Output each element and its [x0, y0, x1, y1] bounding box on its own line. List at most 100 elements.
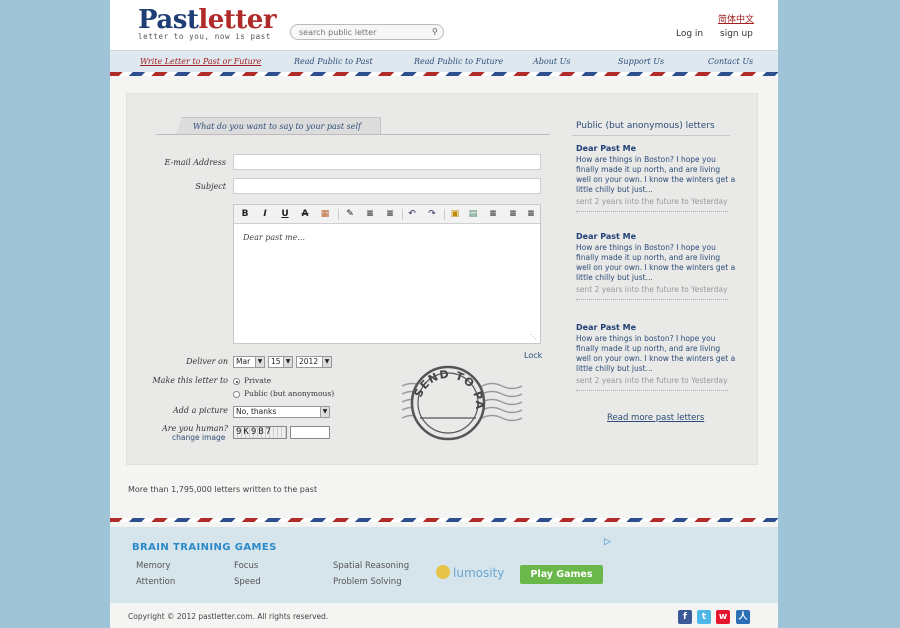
public-letter-item[interactable]: Dear Past Me How are things in Boston? I… — [576, 144, 736, 212]
lumosity-wordmark: lumosity — [453, 566, 505, 580]
sidebar-title: Public (but anonymous) letters — [576, 121, 715, 131]
logo-tagline: letter to you, now is past — [138, 32, 271, 41]
editor-placeholder: Dear past me... — [243, 233, 305, 242]
tab-divider — [156, 134, 550, 135]
signup-link[interactable]: sign up — [720, 29, 753, 39]
public-label: Public (but anonymous) — [244, 389, 335, 398]
letter-sent-info: sent 2 years into the future to Yesterda… — [576, 376, 728, 385]
nav-contact[interactable]: Contact Us — [708, 57, 753, 66]
ad-title: BRAIN TRAINING GAMES — [132, 542, 277, 553]
insert-media-icon[interactable]: ▤ — [467, 208, 479, 220]
facebook-icon[interactable]: f — [678, 610, 692, 624]
login-link[interactable]: Log in — [676, 29, 703, 39]
ad-link-memory[interactable]: Memory — [136, 561, 171, 571]
renren-icon[interactable]: 人 — [736, 610, 750, 624]
email-field[interactable] — [233, 154, 541, 170]
public-radio[interactable] — [233, 391, 240, 398]
insert-image-icon[interactable]: ▣ — [449, 208, 461, 220]
divider — [576, 211, 728, 212]
letter-editor[interactable]: B I U A ▦ ✎ ≡ ≡ ↶ ↷ ▣ ▤ ≡ ≡ ≡ Dear past … — [233, 204, 541, 344]
subject-label: Subject — [195, 182, 226, 191]
deliver-day-select[interactable]: 15 ▼ — [268, 356, 293, 368]
chevron-down-icon: ▼ — [255, 357, 264, 367]
play-games-button[interactable]: Play Games — [520, 565, 603, 584]
private-label: Private — [244, 376, 272, 385]
language-link[interactable]: 简体中文 — [718, 12, 754, 25]
align-center-icon[interactable]: ≡ — [487, 208, 499, 220]
footer: Copyright © 2012 pastletter.com. All rig… — [110, 603, 778, 628]
divider — [576, 390, 728, 391]
picture-label: Add a picture — [173, 406, 228, 415]
ad-banner[interactable]: BRAIN TRAINING GAMES ▷ Memory Focus Spat… — [110, 527, 778, 603]
airmail-border-bottom — [110, 518, 778, 522]
letter-heading: Dear Past Me — [576, 144, 636, 153]
nav-read-past[interactable]: Read Public to Past — [294, 57, 373, 66]
deliver-year-value: 2012 — [299, 357, 319, 366]
lumosity-logo[interactable]: lumosity — [436, 565, 504, 580]
divider — [576, 299, 728, 300]
subject-field[interactable] — [233, 178, 541, 194]
make-letter-label: Make this letter to — [152, 376, 228, 385]
weibo-icon[interactable]: w — [716, 610, 730, 624]
ad-link-spatial[interactable]: Spatial Reasoning — [333, 561, 409, 571]
bulleted-list-icon[interactable]: ≡ — [384, 208, 396, 220]
resize-grip-icon[interactable]: ⋱ — [530, 333, 538, 341]
main-nav: Write Letter to Past or Future Read Publ… — [110, 50, 778, 72]
deliver-month-select[interactable]: Mar ▼ — [233, 356, 265, 368]
ad-link-problem-solving[interactable]: Problem Solving — [333, 577, 402, 587]
letter-heading: Dear Past Me — [576, 323, 636, 332]
captcha-input[interactable] — [290, 426, 330, 439]
align-right-icon[interactable]: ≡ — [525, 208, 537, 220]
picture-value: No, thanks — [236, 407, 277, 416]
numbered-list-icon[interactable]: ≡ — [364, 208, 376, 220]
bold-icon[interactable]: B — [239, 208, 251, 220]
letter-excerpt: How are things in Boston? I hope you fin… — [576, 243, 736, 282]
nav-write-letter[interactable]: Write Letter to Past or Future — [140, 57, 261, 66]
sidebar-divider — [572, 135, 730, 136]
copyright: Copyright © 2012 pastletter.com. All rig… — [128, 612, 329, 621]
picture-select[interactable]: No, thanks ▼ — [233, 406, 330, 418]
underline-icon[interactable]: U — [279, 208, 291, 220]
strikethrough-icon[interactable]: A — [299, 208, 311, 220]
letter-heading: Dear Past Me — [576, 232, 636, 241]
public-letter-item[interactable]: Dear Past Me How are things in Boston? I… — [576, 232, 736, 300]
ad-link-focus[interactable]: Focus — [234, 561, 258, 571]
twitter-icon[interactable]: t — [697, 610, 711, 624]
ad-link-speed[interactable]: Speed — [234, 577, 261, 587]
adchoices-icon[interactable]: ▷ — [604, 537, 611, 547]
deliver-year-select[interactable]: 2012 ▼ — [296, 356, 332, 368]
nav-support[interactable]: Support Us — [618, 57, 664, 66]
ad-link-attention[interactable]: Attention — [136, 577, 175, 587]
airmail-border-top — [110, 72, 778, 76]
nav-read-future[interactable]: Read Public to Future — [414, 57, 503, 66]
letter-excerpt: How are things in boston? I hope you fin… — [576, 334, 736, 373]
read-more-link[interactable]: Read more past letters — [607, 413, 704, 423]
deliver-label: Deliver on — [186, 357, 228, 366]
chevron-down-icon: ▼ — [320, 407, 329, 417]
private-radio[interactable] — [233, 378, 240, 385]
search-input[interactable] — [290, 24, 444, 40]
redo-icon[interactable]: ↷ — [426, 208, 438, 220]
tab-write-past[interactable]: What do you want to say to your past sel… — [176, 117, 381, 135]
chevron-down-icon: ▼ — [322, 357, 331, 367]
page: Pastletter letter to you, now is past ⚲ … — [110, 0, 778, 628]
lock-link[interactable]: Lock — [524, 351, 542, 360]
deliver-month-value: Mar — [236, 357, 251, 366]
highlight-color-icon[interactable]: ✎ — [344, 208, 356, 220]
send-to-past-stamp[interactable]: SEND TO PAST — [400, 362, 525, 446]
logo[interactable]: Pastletter letter to you, now is past — [138, 6, 277, 41]
human-label: Are you human? — [161, 424, 228, 433]
undo-icon[interactable]: ↶ — [406, 208, 418, 220]
italic-icon[interactable]: I — [259, 208, 271, 220]
search-icon[interactable]: ⚲ — [432, 28, 440, 36]
lumosity-icon — [436, 565, 450, 579]
align-left-icon[interactable]: ≡ — [507, 208, 519, 220]
font-color-icon[interactable]: ▦ — [319, 208, 331, 220]
change-image-link[interactable]: change image — [172, 433, 225, 442]
public-letter-item[interactable]: Dear Past Me How are things in boston? I… — [576, 323, 736, 391]
nav-about[interactable]: About Us — [533, 57, 570, 66]
deliver-day-value: 15 — [271, 357, 281, 366]
captcha-image: 9K9B7 — [233, 426, 287, 439]
toolbar-separator — [338, 209, 339, 220]
letter-sent-info: sent 2 years into the future to Yesterda… — [576, 285, 728, 294]
